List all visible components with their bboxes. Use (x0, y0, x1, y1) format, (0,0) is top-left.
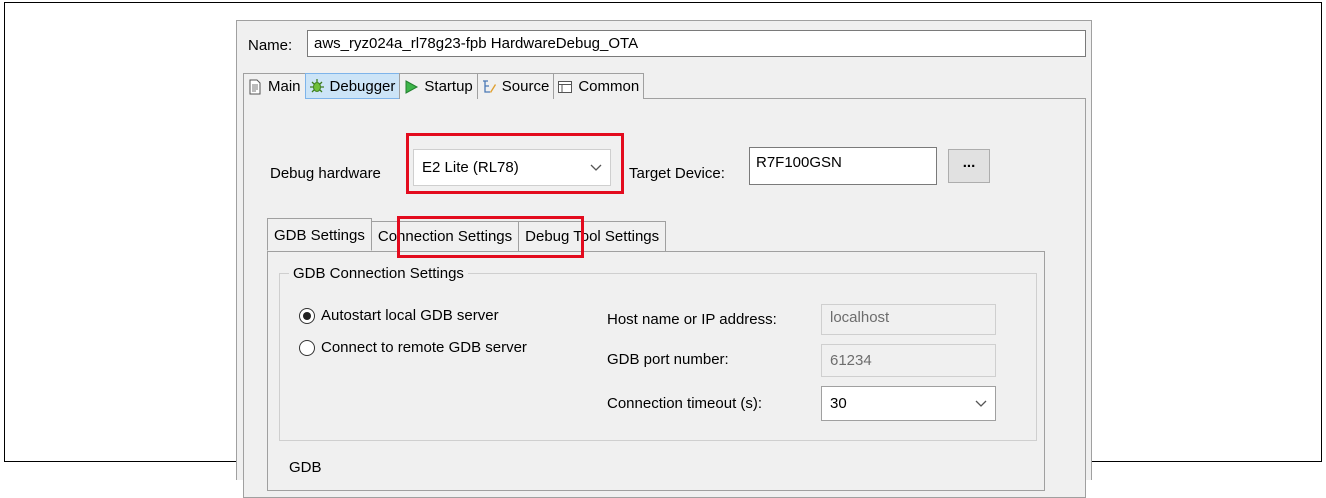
tab-startup[interactable]: Startup (399, 73, 478, 99)
bug-icon (309, 79, 324, 93)
common-icon (558, 80, 573, 93)
tab-common-label: Common (578, 78, 640, 95)
tab-debugger[interactable]: Debugger (304, 73, 401, 99)
connection-settings-highlight (397, 216, 584, 258)
debug-hardware-label: Debug hardware (270, 165, 381, 182)
subtab-gdb-settings[interactable]: GDB Settings (267, 218, 372, 251)
name-label: Name: (248, 37, 293, 54)
autostart-radio-option[interactable]: Autostart local GDB server (299, 307, 499, 324)
tab-debugger-label: Debugger (329, 77, 396, 95)
chevron-down-icon (975, 400, 987, 407)
connection-timeout-label: Connection timeout (s): (607, 395, 763, 412)
document-icon (249, 79, 261, 94)
tab-source-label: Source (501, 78, 550, 95)
gdb-connection-title: GDB Connection Settings (289, 265, 468, 282)
debug-hardware-highlight (406, 133, 624, 194)
host-name-input[interactable]: localhost (821, 304, 996, 335)
launch-configuration-dialog: Name: aws_ryz024a_rl78g23-fpb HardwareDe… (236, 20, 1092, 498)
host-name-label: Host name or IP address: (607, 311, 777, 328)
tab-main-label: Main (268, 78, 301, 95)
autostart-radio-label: Autostart local GDB server (321, 307, 499, 324)
name-input[interactable]: aws_ryz024a_rl78g23-fpb HardwareDebug_OT… (307, 30, 1086, 57)
target-device-input[interactable]: R7F100GSN (749, 147, 937, 185)
config-tabstrip: Main Debugger Startup Source Common (243, 73, 645, 100)
remote-radio-button[interactable] (299, 339, 315, 356)
remote-radio-option[interactable]: Connect to remote GDB server (299, 339, 527, 356)
source-icon (482, 79, 496, 93)
tab-startup-label: Startup (424, 78, 473, 95)
next-group-title: GDB (289, 459, 322, 476)
tab-main[interactable]: Main (243, 73, 306, 99)
autostart-radio-button[interactable] (299, 307, 315, 324)
tab-common[interactable]: Common (553, 73, 645, 99)
connection-timeout-select[interactable]: 30 (821, 386, 996, 421)
target-device-label: Target Device: (629, 165, 725, 182)
connection-timeout-value: 30 (830, 395, 847, 412)
play-icon (405, 79, 419, 94)
browse-device-button[interactable]: ... (948, 149, 990, 183)
remote-radio-label: Connect to remote GDB server (321, 339, 527, 356)
gdb-port-label: GDB port number: (607, 351, 729, 368)
tab-source[interactable]: Source (476, 73, 555, 99)
gdb-port-input[interactable]: 61234 (821, 344, 996, 377)
